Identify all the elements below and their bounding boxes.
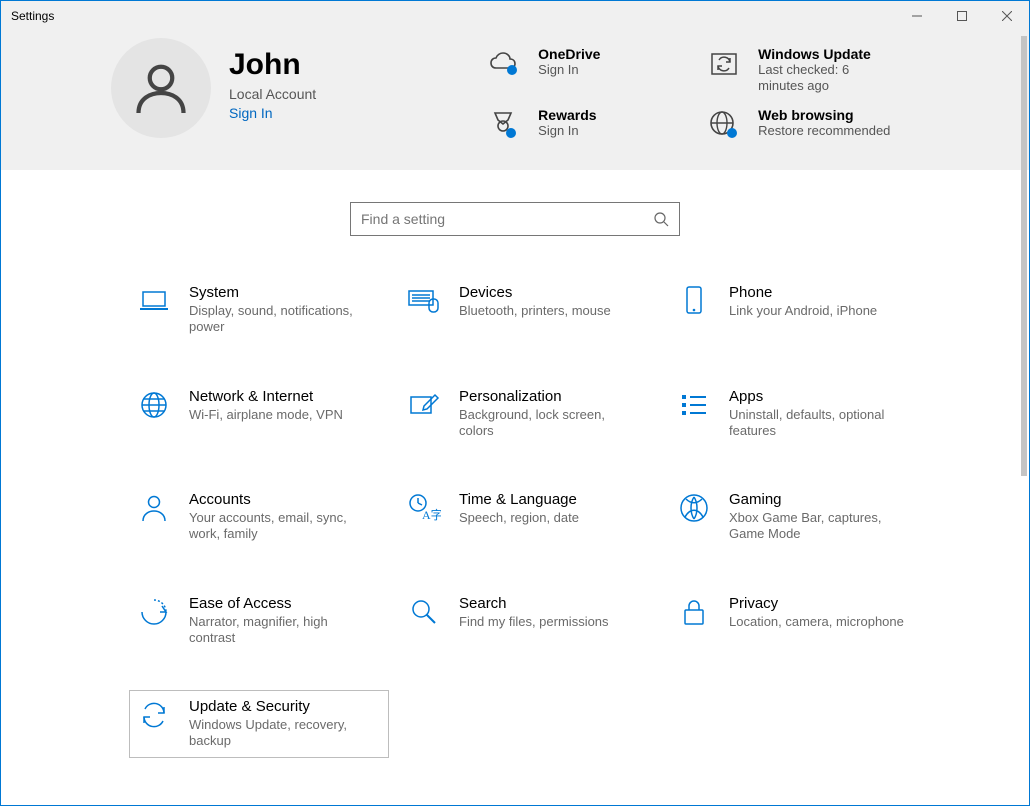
- category-subtitle: Display, sound, notifications, power: [189, 303, 369, 336]
- search-icon: [653, 211, 669, 227]
- sync-icon: [706, 46, 742, 82]
- user-subtitle: Local Account: [229, 86, 316, 102]
- keyboard-icon: [407, 284, 441, 318]
- status-subtitle: Last checked: 6 minutes ago: [758, 62, 898, 93]
- close-button[interactable]: [984, 1, 1029, 30]
- category-subtitle: Location, camera, microphone: [729, 614, 904, 630]
- close-icon: [1002, 11, 1012, 21]
- sign-in-link[interactable]: Sign In: [229, 105, 316, 121]
- maximize-button[interactable]: [939, 1, 984, 30]
- category-title: Time & Language: [459, 491, 579, 508]
- status-subtitle: Restore recommended: [758, 123, 890, 139]
- category-subtitle: Wi-Fi, airplane mode, VPN: [189, 407, 343, 423]
- update-icon: [137, 698, 171, 732]
- status-onedrive[interactable]: OneDrive Sign In: [486, 46, 676, 93]
- category-network[interactable]: Network & Internet Wi-Fi, airplane mode, …: [129, 380, 389, 448]
- medal-icon: [486, 107, 522, 143]
- status-grid: OneDrive Sign In Windows Update Last che…: [486, 38, 916, 143]
- category-gaming[interactable]: Gaming Xbox Game Bar, captures, Game Mode: [669, 483, 929, 551]
- header-band: John Local Account Sign In OneDrive Sign…: [1, 30, 1029, 170]
- category-personalization[interactable]: Personalization Background, lock screen, …: [399, 380, 659, 448]
- status-title: Web browsing: [758, 107, 890, 123]
- category-subtitle: Windows Update, recovery, backup: [189, 717, 369, 750]
- titlebar: Settings: [1, 1, 1029, 30]
- category-title: Phone: [729, 284, 877, 301]
- user-text: John Local Account Sign In: [229, 38, 316, 121]
- category-title: Update & Security: [189, 698, 369, 715]
- xbox-icon: [677, 491, 711, 525]
- laptop-icon: [137, 284, 171, 318]
- maximize-icon: [957, 11, 967, 21]
- category-title: Accounts: [189, 491, 369, 508]
- category-ease-of-access[interactable]: Ease of Access Narrator, magnifier, high …: [129, 587, 389, 655]
- search-wrap: [1, 170, 1029, 276]
- person-icon: [131, 58, 191, 118]
- categories-grid: System Display, sound, notifications, pow…: [1, 276, 1029, 758]
- window-controls: [894, 1, 1029, 30]
- window-title: Settings: [11, 9, 54, 23]
- lock-icon: [677, 595, 711, 629]
- category-title: Gaming: [729, 491, 909, 508]
- pen-icon: [407, 388, 441, 422]
- search-box[interactable]: [350, 202, 680, 236]
- category-subtitle: Narrator, magnifier, high contrast: [189, 614, 369, 647]
- status-windows-update[interactable]: Windows Update Last checked: 6 minutes a…: [706, 46, 916, 93]
- status-subtitle: Sign In: [538, 62, 600, 78]
- list-icon: [677, 388, 711, 422]
- status-web-browsing[interactable]: Web browsing Restore recommended: [706, 107, 916, 143]
- search-input[interactable]: [361, 211, 653, 227]
- globe-icon: [706, 107, 742, 143]
- status-subtitle: Sign In: [538, 123, 596, 139]
- category-title: Privacy: [729, 595, 904, 612]
- category-subtitle: Find my files, permissions: [459, 614, 609, 630]
- category-title: Devices: [459, 284, 611, 301]
- globe-icon: [137, 388, 171, 422]
- user-name: John: [229, 48, 316, 82]
- category-subtitle: Xbox Game Bar, captures, Game Mode: [729, 510, 909, 543]
- category-title: Ease of Access: [189, 595, 369, 612]
- category-update-security[interactable]: Update & Security Windows Update, recover…: [129, 690, 389, 758]
- category-accounts[interactable]: Accounts Your accounts, email, sync, work…: [129, 483, 389, 551]
- svg-text:A字: A字: [422, 507, 441, 522]
- ease-icon: [137, 595, 171, 629]
- status-title: OneDrive: [538, 46, 600, 62]
- status-title: Windows Update: [758, 46, 898, 62]
- status-rewards[interactable]: Rewards Sign In: [486, 107, 676, 143]
- category-privacy[interactable]: Privacy Location, camera, microphone: [669, 587, 929, 655]
- category-title: Personalization: [459, 388, 639, 405]
- user-avatar[interactable]: [111, 38, 211, 138]
- category-system[interactable]: System Display, sound, notifications, pow…: [129, 276, 389, 344]
- category-title: System: [189, 284, 369, 301]
- time-icon: A字: [407, 491, 441, 525]
- category-apps[interactable]: Apps Uninstall, defaults, optional featur…: [669, 380, 929, 448]
- category-devices[interactable]: Devices Bluetooth, printers, mouse: [399, 276, 659, 344]
- minimize-icon: [912, 11, 922, 21]
- cloud-icon: [486, 46, 522, 82]
- category-subtitle: Bluetooth, printers, mouse: [459, 303, 611, 319]
- category-search[interactable]: Search Find my files, permissions: [399, 587, 659, 655]
- person-icon: [137, 491, 171, 525]
- scrollbar[interactable]: [1021, 36, 1027, 476]
- category-subtitle: Uninstall, defaults, optional features: [729, 407, 909, 440]
- status-title: Rewards: [538, 107, 596, 123]
- category-title: Network & Internet: [189, 388, 343, 405]
- search-icon: [407, 595, 441, 629]
- category-title: Apps: [729, 388, 909, 405]
- minimize-button[interactable]: [894, 1, 939, 30]
- category-title: Search: [459, 595, 609, 612]
- category-phone[interactable]: Phone Link your Android, iPhone: [669, 276, 929, 344]
- category-subtitle: Background, lock screen, colors: [459, 407, 639, 440]
- phone-icon: [677, 284, 711, 318]
- category-subtitle: Speech, region, date: [459, 510, 579, 526]
- category-time-language[interactable]: A字 Time & Language Speech, region, date: [399, 483, 659, 551]
- category-subtitle: Your accounts, email, sync, work, family: [189, 510, 369, 543]
- category-subtitle: Link your Android, iPhone: [729, 303, 877, 319]
